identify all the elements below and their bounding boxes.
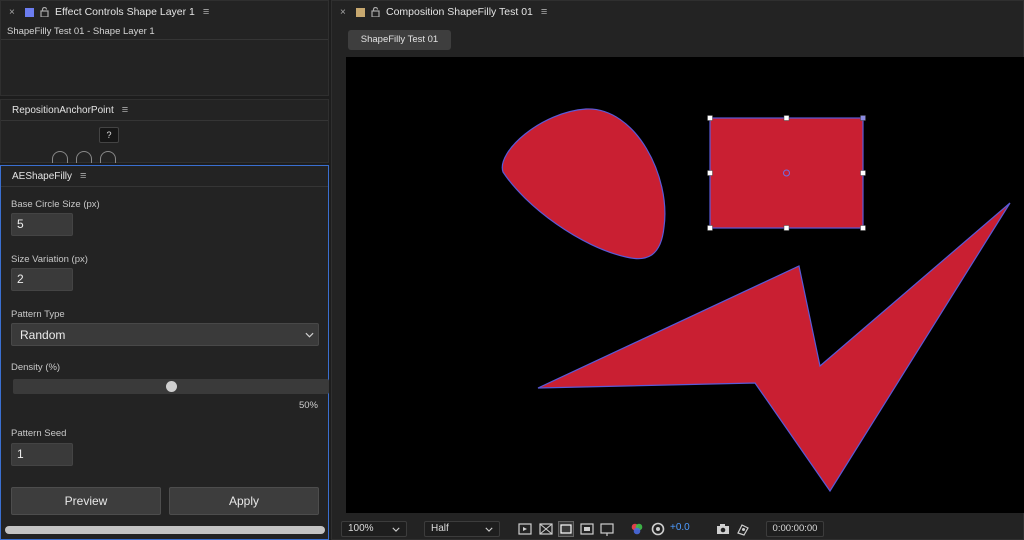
pattern-type-label: Pattern Type (11, 309, 65, 320)
divider (1, 120, 328, 121)
reset-exposure-icon[interactable] (651, 521, 665, 537)
horizontal-scrollbar[interactable] (5, 526, 325, 534)
pattern-seed-input[interactable]: 1 (11, 443, 73, 466)
region-of-interest-icon[interactable] (580, 521, 594, 537)
show-snapshot-icon[interactable] (736, 521, 750, 537)
close-icon[interactable]: × (9, 7, 19, 18)
composition-tab[interactable]: × Composition ShapeFilly Test 01 ≡ (332, 1, 1023, 23)
panel-title: Composition ShapeFilly Test 01 (386, 6, 533, 18)
anchor-top-center-button[interactable] (76, 151, 92, 163)
chevron-down-icon (305, 332, 314, 338)
rectangle-shape[interactable] (709, 117, 864, 229)
reposition-anchor-panel: RepositionAnchorPoint ≡ ? (0, 99, 329, 163)
density-slider[interactable] (13, 379, 329, 394)
effect-controls-panel: × Effect Controls Shape Layer 1 ≡ ShapeF… (0, 0, 329, 96)
exposure-value[interactable]: +0.0 (670, 522, 690, 533)
pattern-seed-label: Pattern Seed (11, 428, 67, 439)
divider (1, 39, 328, 40)
anchor-top-right-button[interactable] (100, 151, 116, 163)
density-value: 50% (298, 400, 318, 411)
composition-panel: × Composition ShapeFilly Test 01 ≡ Shape… (331, 0, 1024, 540)
lock-icon[interactable] (40, 7, 49, 17)
density-label: Density (%) (11, 362, 61, 373)
reposition-tab[interactable]: RepositionAnchorPoint ≡ (1, 100, 328, 120)
color-channels-icon[interactable] (630, 521, 644, 537)
fast-previews-icon[interactable] (518, 521, 532, 537)
panel-menu-icon[interactable]: ≡ (541, 6, 547, 18)
panel-menu-icon[interactable]: ≡ (122, 104, 128, 116)
mask-path-visibility-icon[interactable] (558, 521, 574, 537)
pattern-type-select[interactable]: Random (11, 323, 319, 346)
density-slider-thumb[interactable] (165, 381, 177, 392)
composition-viewer[interactable] (346, 57, 1024, 513)
layer-path: ShapeFilly Test 01 - Shape Layer 1 (7, 26, 155, 37)
close-icon[interactable]: × (340, 7, 350, 18)
timecode-display[interactable]: 0:00:00:00 (766, 521, 824, 537)
resolution-select[interactable]: Half (424, 521, 500, 537)
guides-icon[interactable] (600, 521, 614, 537)
zoom-select[interactable]: 100% (341, 521, 407, 537)
preview-button[interactable]: Preview (11, 487, 161, 515)
size-variation-label: Size Variation (px) (11, 254, 88, 265)
pattern-type-value: Random (20, 328, 66, 342)
panel-menu-icon[interactable]: ≡ (80, 170, 86, 182)
base-circle-size-input[interactable]: 5 (11, 213, 73, 236)
chevron-down-icon (392, 527, 400, 532)
blob-shape[interactable] (501, 108, 666, 260)
help-button[interactable]: ? (99, 127, 119, 143)
apply-button[interactable]: Apply (169, 487, 319, 515)
base-circle-size-label: Base Circle Size (px) (11, 199, 100, 210)
viewer-canvas (501, 108, 1011, 493)
transparency-grid-icon[interactable] (539, 521, 553, 537)
chevron-down-icon (485, 527, 493, 532)
zoom-value: 100% (348, 523, 374, 534)
panel-title: Effect Controls Shape Layer 1 (55, 6, 195, 18)
size-variation-input[interactable]: 2 (11, 268, 73, 291)
panel-menu-icon[interactable]: ≡ (203, 6, 209, 18)
comp-color-swatch (356, 7, 365, 17)
shapefilly-panel: AEShapeFilly ≡ Base Circle Size (px) 5 S… (0, 165, 329, 540)
panel-title: AEShapeFilly (12, 170, 73, 182)
effect-controls-tab[interactable]: × Effect Controls Shape Layer 1 ≡ (1, 1, 328, 23)
lock-icon[interactable] (371, 7, 380, 17)
comp-tab-button[interactable]: ShapeFilly Test 01 (348, 30, 451, 50)
resolution-value: Half (431, 523, 449, 534)
panel-title: RepositionAnchorPoint (12, 104, 114, 116)
camera-icon[interactable] (716, 521, 730, 537)
divider (1, 186, 328, 187)
anchor-top-left-button[interactable] (52, 151, 68, 163)
shapefilly-tab[interactable]: AEShapeFilly ≡ (1, 166, 328, 186)
layer-color-swatch (25, 7, 34, 17)
